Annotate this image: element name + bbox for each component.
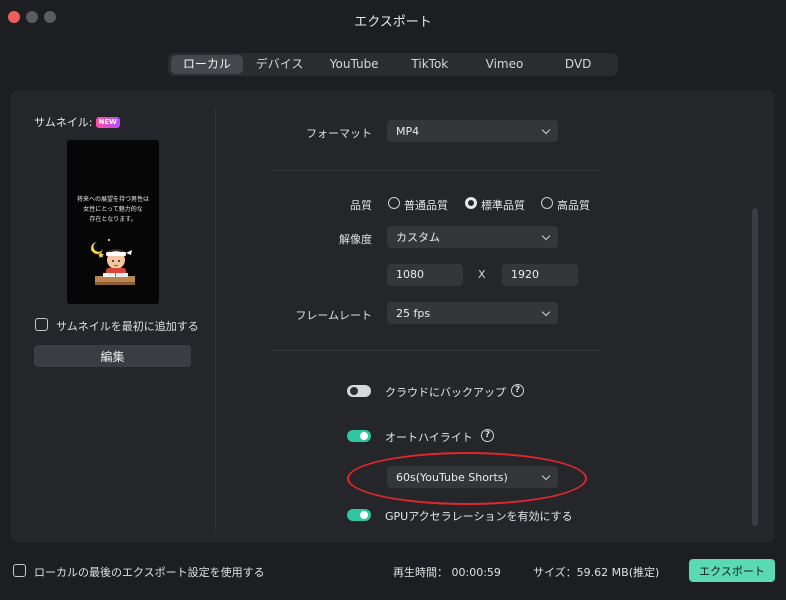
gpu-acceleration-label: GPUアクセラレーションを有効にする <box>385 510 573 523</box>
cloud-backup-label: クラウドにバックアップ <box>385 386 506 399</box>
resolution-label: 解像度 <box>339 233 372 246</box>
resolution-height-input[interactable]: 1920 <box>502 264 578 286</box>
tab-vimeo[interactable]: Vimeo <box>468 55 542 74</box>
window-title: エクスポート <box>354 15 432 30</box>
format-select[interactable]: MP4 <box>387 120 558 142</box>
quality-normal-radio[interactable] <box>388 197 400 209</box>
quality-high-label: 高品質 <box>557 199 590 212</box>
framerate-value: 25 fps <box>396 306 431 320</box>
quality-label: 品質 <box>350 199 372 212</box>
resolution-select[interactable]: カスタム <box>387 226 558 248</box>
studying-boy-illustration <box>91 238 135 285</box>
add-thumbnail-first-checkbox[interactable] <box>35 318 48 331</box>
chevron-down-icon <box>541 125 551 134</box>
cloud-backup-toggle[interactable] <box>347 385 371 397</box>
format-value: MP4 <box>396 124 420 138</box>
format-label: フォーマット <box>306 127 372 140</box>
thumbnail-text-line: 存在となります。 <box>89 216 137 223</box>
section-divider <box>272 170 602 171</box>
framerate-label: フレームレート <box>295 309 372 322</box>
section-divider <box>272 350 602 351</box>
new-badge: NEW <box>95 116 120 128</box>
cloud-backup-help-icon[interactable]: ? <box>511 384 524 397</box>
resolution-separator: X <box>478 268 486 281</box>
resolution-width-input[interactable]: 1080 <box>387 264 463 286</box>
add-thumbnail-first-label: サムネイルを最初に追加する <box>56 320 199 333</box>
auto-highlight-help-icon[interactable]: ? <box>481 429 494 442</box>
thumbnail-text-line: 女性にとって魅力的な <box>83 206 143 213</box>
gpu-acceleration-toggle[interactable] <box>347 509 371 521</box>
export-dialog: エクスポート ローカル デバイス YouTube TikTok Vimeo DV… <box>0 0 786 600</box>
tab-device[interactable]: デバイス <box>243 55 317 74</box>
quality-normal-label: 普通品質 <box>404 199 448 212</box>
highlight-duration-value: 60s(YouTube Shorts) <box>396 470 508 484</box>
thumbnail-preview-text: 将来への展望を持つ男性は 女性にとって魅力的な 存在となります。 <box>69 195 157 225</box>
resolution-value: カスタム <box>396 231 440 244</box>
quality-standard-label: 標準品質 <box>481 199 525 212</box>
auto-highlight-label: オートハイライト <box>385 431 473 444</box>
quality-high-radio[interactable] <box>541 197 553 209</box>
framerate-select[interactable]: 25 fps <box>387 302 558 324</box>
use-last-settings-checkbox[interactable] <box>13 564 26 577</box>
edit-thumbnail-button[interactable]: 編集 <box>34 345 191 367</box>
tab-tiktok[interactable]: TikTok <box>392 55 468 74</box>
export-target-tabs: ローカル デバイス YouTube TikTok Vimeo DVD <box>168 53 618 76</box>
auto-highlight-toggle[interactable] <box>347 430 371 442</box>
highlight-duration-select[interactable]: 60s(YouTube Shorts) <box>387 466 558 488</box>
column-divider <box>215 108 216 533</box>
tab-dvd[interactable]: DVD <box>541 55 615 74</box>
thumbnail-preview[interactable]: 将来への展望を持つ男性は 女性にとって魅力的な 存在となります。 <box>67 140 159 304</box>
size-readout: サイズ：59.62 MB(推定) <box>533 566 660 579</box>
thumbnail-label-text: サムネイル: <box>34 116 93 129</box>
use-last-settings-label: ローカルの最後のエクスポート設定を使用する <box>34 566 265 579</box>
thumbnail-text-line: 将来への展望を持つ男性は <box>76 196 149 203</box>
tab-local[interactable]: ローカル <box>171 55 243 74</box>
chevron-down-icon <box>541 231 551 240</box>
chevron-down-icon <box>541 307 551 316</box>
chevron-down-icon <box>541 471 551 480</box>
export-button[interactable]: エクスポート <box>689 559 775 582</box>
duration-readout: 再生時間： 00:00:59 <box>393 566 501 579</box>
settings-scrollbar[interactable] <box>752 208 758 526</box>
quality-standard-radio[interactable] <box>465 197 477 209</box>
thumbnail-label: サムネイル: NEW <box>34 114 120 130</box>
tab-youtube[interactable]: YouTube <box>316 55 392 74</box>
